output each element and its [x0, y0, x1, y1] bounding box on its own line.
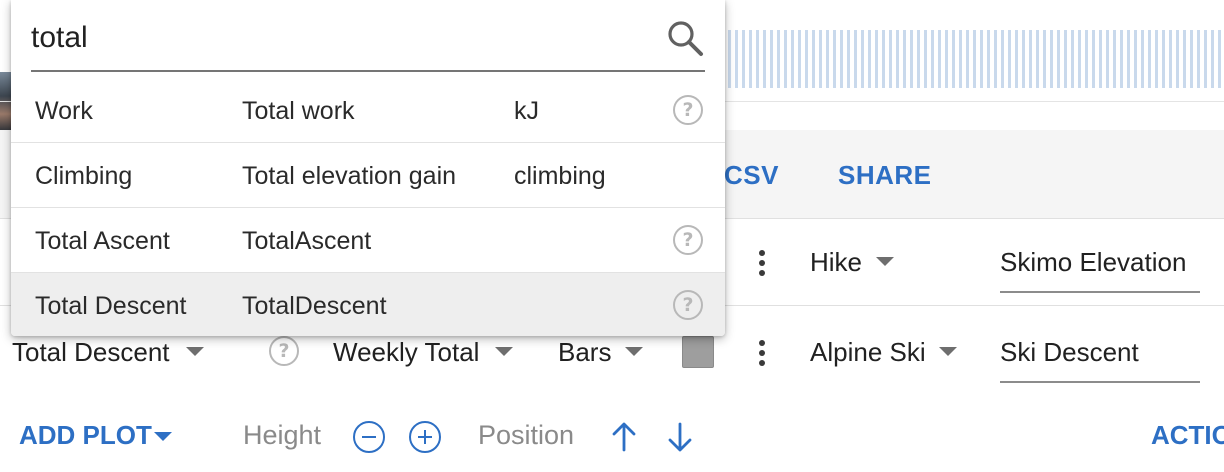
option-name: Work	[35, 97, 93, 125]
style-select-value[interactable]: Bars	[558, 337, 611, 368]
share-button[interactable]: SHARE	[838, 160, 932, 191]
help-circle-icon[interactable]: ?	[269, 336, 299, 366]
arrow-drop-down-icon[interactable]	[939, 347, 957, 356]
search-field	[31, 12, 705, 72]
chart-preview	[700, 30, 1224, 88]
option-row[interactable]: Work Total work kJ ?	[11, 78, 725, 143]
color-swatch[interactable]	[682, 336, 714, 368]
search-icon[interactable]	[665, 18, 705, 58]
activity-select-value[interactable]: Hike	[810, 247, 862, 278]
height-label: Height	[243, 420, 322, 450]
option-name: Total Descent	[35, 292, 187, 320]
more-vert-icon[interactable]	[758, 340, 766, 366]
remove-circle-outline-icon[interactable]	[353, 421, 385, 453]
option-row[interactable]: Climbing Total elevation gain climbing	[11, 142, 725, 207]
option-field: TotalDescent	[242, 292, 387, 320]
option-field: TotalAscent	[242, 227, 372, 255]
csv-button[interactable]: CSV	[724, 160, 779, 191]
arrow-drop-down-icon[interactable]	[154, 432, 172, 441]
input-underline	[1000, 381, 1200, 383]
arrow-drop-down-icon[interactable]	[186, 347, 204, 356]
option-field: Total elevation gain	[242, 162, 457, 190]
add-circle-outline-icon[interactable]	[409, 421, 441, 453]
add-plot-button[interactable]: ADD PLOT	[19, 420, 152, 451]
option-row[interactable]: Total Ascent TotalAscent ?	[11, 207, 725, 272]
plot-title-input[interactable]: Skimo Elevation	[1000, 247, 1186, 278]
option-field: Total work	[242, 97, 355, 125]
more-vert-icon[interactable]	[758, 250, 766, 276]
help-circle-icon[interactable]: ?	[673, 95, 703, 125]
aggregate-select-value[interactable]: Weekly Total	[333, 337, 479, 368]
option-name: Total Ascent	[35, 227, 170, 255]
option-name: Climbing	[35, 162, 133, 190]
help-circle-icon[interactable]: ?	[673, 290, 703, 320]
arrow-drop-down-icon[interactable]	[495, 347, 513, 356]
actions-button[interactable]: ACTIO	[1151, 420, 1224, 451]
option-unit: climbing	[514, 162, 606, 190]
field-select-value[interactable]: Total Descent	[12, 337, 170, 368]
arrow-downward-icon[interactable]	[664, 420, 696, 454]
activity-select-value[interactable]: Alpine Ski	[810, 337, 926, 368]
plot-title-input[interactable]: Ski Descent	[1000, 337, 1139, 368]
arrow-drop-down-icon[interactable]	[876, 257, 894, 266]
arrow-drop-down-icon[interactable]	[625, 347, 643, 356]
option-row-highlighted[interactable]: Total Descent TotalDescent ?	[11, 272, 725, 336]
search-input[interactable]	[31, 18, 631, 58]
position-label: Position	[478, 420, 575, 450]
help-circle-icon[interactable]: ?	[673, 225, 703, 255]
field-search-dropdown: Work Total work kJ ? Climbing Total elev…	[11, 0, 725, 336]
option-unit: kJ	[514, 97, 539, 125]
input-underline	[1000, 291, 1200, 293]
arrow-upward-icon[interactable]	[608, 420, 640, 454]
